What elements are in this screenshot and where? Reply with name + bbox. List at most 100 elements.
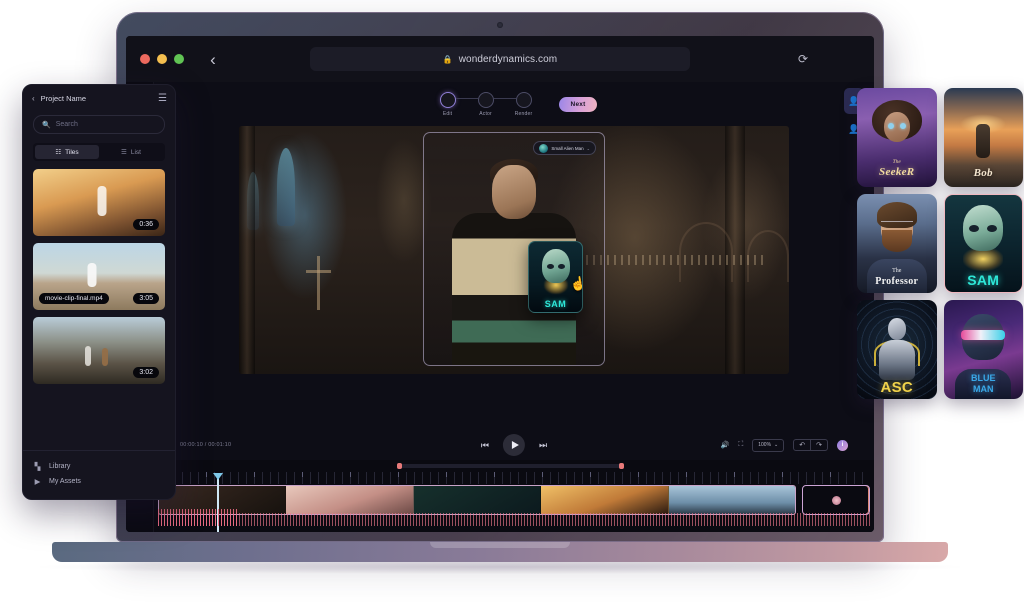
project-panel: ‹ Project Name ☰ 🔍 Search ☷ Tiles ☰ List…	[22, 84, 176, 500]
zoom-select[interactable]: 100% ⌄	[752, 439, 784, 452]
view-mode-toggle: ☷ Tiles ☰ List	[33, 143, 165, 161]
timeline-clip-group[interactable]	[158, 485, 796, 515]
sam-eye-left	[969, 225, 979, 232]
url-text: wonderdynamics.com	[459, 54, 558, 65]
step-render-label: Render	[515, 111, 533, 117]
chevron-down-icon: ⌄	[587, 146, 590, 151]
seeker-eye-left	[888, 123, 894, 129]
maximize-window-icon[interactable]	[174, 54, 184, 64]
search-icon: 🔍	[42, 121, 51, 129]
viewer-options: 🔊 ⛶ 100% ⌄ ↶ ↷ i	[721, 439, 848, 452]
view-mode-tiles[interactable]: ☷ Tiles	[35, 145, 99, 159]
asset-tile[interactable]: movie-clip-final.mp4 3:05	[33, 243, 165, 310]
footer-item-library[interactable]: ▚ Library	[33, 459, 165, 474]
timeline-ruler-major	[158, 472, 870, 477]
asset-tile[interactable]: 0:36	[33, 169, 165, 236]
add-marker-icon	[832, 496, 841, 505]
browser-back-icon[interactable]: ‹	[204, 51, 222, 68]
dragged-card-title: SAM	[529, 299, 582, 309]
footer-item-my-assets-label: My Assets	[49, 478, 81, 485]
info-icon[interactable]: i	[837, 440, 848, 451]
character-card-subtitle: The	[857, 268, 937, 274]
chip-character-label: Small Alien Man	[551, 146, 583, 151]
timeline-empty-slot[interactable]	[802, 485, 870, 515]
transport-bar: 00:00:10 / 00:01:10 ⏮ ⏭ 🔊 ⛶	[154, 430, 874, 460]
media-assets-icon: ▶	[33, 477, 42, 486]
next-button[interactable]: Next	[559, 97, 598, 112]
undo-icon[interactable]: ↶	[794, 440, 810, 450]
laptop-screen: ‹ 🔒 wonderdynamics.com ⟳ ▣ ☷	[126, 36, 874, 532]
timeline-track	[158, 485, 870, 515]
footer-item-my-assets[interactable]: ▶ My Assets	[33, 474, 165, 489]
professor-glasses-icon	[881, 221, 913, 229]
timeline-clip[interactable]	[414, 486, 541, 514]
character-card-bob[interactable]: Bob	[944, 88, 1024, 187]
search-input[interactable]: 🔍 Search	[33, 115, 165, 134]
timecode-display: 00:00:10 / 00:01:10	[180, 442, 231, 448]
view-mode-tiles-label: Tiles	[65, 149, 78, 156]
step-render[interactable]: Render	[507, 92, 541, 117]
chip-character-thumbnail	[539, 144, 548, 153]
bob-figure	[976, 124, 990, 158]
sam-face	[542, 249, 570, 283]
play-icon	[512, 441, 519, 449]
character-card-title: Professor	[857, 276, 937, 287]
volume-icon[interactable]: 🔊	[721, 441, 730, 449]
hamburger-menu-icon[interactable]: ☰	[158, 93, 166, 104]
close-window-icon[interactable]	[140, 54, 150, 64]
step-nav-bar: Edit Actor Render	[154, 82, 874, 126]
reload-icon[interactable]: ⟳	[798, 52, 808, 66]
asset-thumbnail-subject	[88, 263, 97, 287]
laptop-lid: ‹ 🔒 wonderdynamics.com ⟳ ▣ ☷	[116, 12, 884, 542]
timeline-range-selector[interactable]	[399, 464, 622, 468]
asset-thumbnail-subject	[97, 186, 106, 216]
back-chevron-icon[interactable]: ‹	[32, 94, 35, 103]
asset-thumbnail-subject-2	[102, 348, 108, 366]
viewer-wrapper: Small Alien Man ⌄	[154, 126, 874, 430]
character-card-title: Bob	[944, 167, 1024, 179]
dragged-character-card[interactable]: SAM ☝	[528, 241, 583, 313]
minimize-window-icon[interactable]	[157, 54, 167, 64]
blue-man-visor	[961, 330, 1005, 340]
project-title: Project Name	[41, 94, 152, 103]
character-card-title: SAM	[945, 272, 1023, 288]
view-mode-list[interactable]: ☰ List	[99, 145, 163, 159]
cross-decor	[317, 256, 320, 310]
character-card-asc[interactable]: ASC	[857, 300, 937, 399]
character-select-chip[interactable]: Small Alien Man ⌄	[533, 141, 596, 155]
play-button[interactable]	[503, 434, 525, 456]
character-card-blue-man[interactable]: BLUE MAN	[944, 300, 1024, 399]
character-card-title: MAN	[944, 384, 1024, 394]
asc-body	[879, 340, 915, 380]
step-actor[interactable]: Actor	[469, 92, 503, 117]
timeline[interactable]	[154, 460, 874, 532]
editor-area: Edit Actor Render	[154, 82, 874, 532]
redo-icon[interactable]: ↷	[810, 440, 827, 450]
audio-waveform	[158, 513, 870, 526]
character-card-the-professor[interactable]: The Professor	[857, 194, 937, 293]
app-root: ▣ ☷ ✦ Edi	[126, 82, 874, 532]
project-panel-header: ‹ Project Name ☰	[23, 85, 175, 111]
browser-chrome: ‹ 🔒 wonderdynamics.com ⟳	[126, 36, 874, 82]
character-card-subtitle: BLUE	[944, 373, 1024, 383]
video-viewer[interactable]: Small Alien Man ⌄	[239, 126, 789, 374]
timeline-clip[interactable]	[541, 486, 668, 514]
step-edit[interactable]: Edit	[431, 92, 465, 117]
window-traffic-lights[interactable]	[140, 54, 184, 64]
asset-duration: 3:02	[133, 367, 159, 378]
grid-icon: ☷	[55, 148, 61, 156]
arch-right	[679, 222, 733, 282]
character-card-the-seeker[interactable]: The SeekeR	[857, 88, 937, 187]
timeline-clip[interactable]	[669, 486, 795, 514]
skip-next-icon[interactable]: ⏭	[539, 440, 547, 451]
audio-waveform-peak	[158, 509, 238, 526]
character-card-sam[interactable]: SAM	[944, 194, 1024, 293]
asset-tile[interactable]: 3:02	[33, 317, 165, 384]
skip-previous-icon[interactable]: ⏮	[481, 440, 489, 451]
seeker-eye-right	[900, 123, 906, 129]
playback-controls: ⏮ ⏭	[481, 434, 547, 456]
timeline-clip[interactable]	[286, 486, 413, 514]
address-bar[interactable]: 🔒 wonderdynamics.com ⟳	[310, 47, 690, 71]
fullscreen-icon[interactable]: ⛶	[738, 441, 743, 449]
character-drop-frame[interactable]: Small Alien Man ⌄	[423, 132, 605, 366]
